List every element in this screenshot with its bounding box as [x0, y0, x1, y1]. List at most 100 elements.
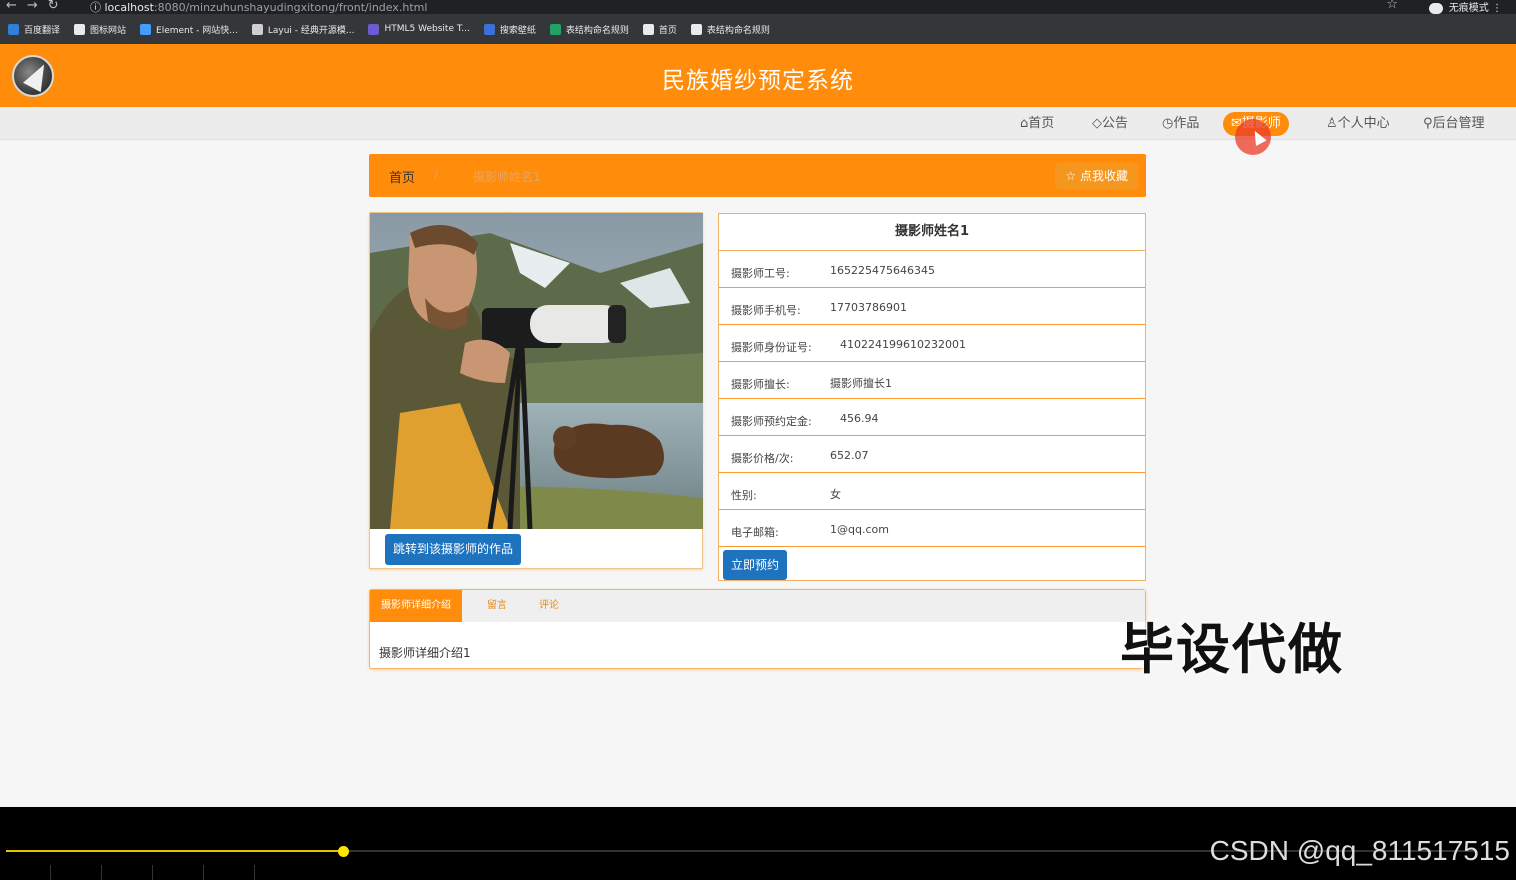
csdn-watermark: CSDN @qq_811517515 — [1209, 835, 1510, 866]
main-nav: ⌂首页◇公告◷作品✉摄影师♙个人中心⚲后台管理 — [0, 107, 1516, 140]
info-value: 摄影师擅长1 — [830, 377, 892, 390]
seek-handle[interactable] — [337, 846, 349, 857]
info-label: 摄影师工号: — [731, 267, 790, 280]
nav-item-label: 作品 — [1173, 116, 1200, 131]
breadcrumb: 首页 / 摄影师姓名1 ☆ 点我收藏 — [369, 154, 1146, 197]
browser-address-bar: ←→↻ ⓘ localhost:8080/minzuhunshayudingxi… — [0, 0, 1516, 14]
nav-item[interactable]: ♙个人中心 — [1318, 112, 1398, 136]
site-header: 民族婚纱预定系统 — [0, 44, 1516, 107]
player-control[interactable] — [153, 865, 204, 880]
info-label: 电子邮箱: — [731, 526, 779, 539]
nav-item[interactable]: ◇公告 — [1084, 112, 1136, 136]
favorite-button[interactable]: ☆ 点我收藏 — [1055, 163, 1138, 189]
info-label: 摄影师预约定金: — [731, 415, 812, 428]
clock-icon: ◷ — [1162, 116, 1174, 131]
info-row: 电子邮箱: 1@qq.com — [719, 510, 1145, 547]
bookmark-item[interactable]: 首页 — [642, 23, 677, 36]
bookmark-label: 百度翻译 — [24, 25, 61, 36]
jump-to-works-button[interactable]: 跳转到该摄影师的作品 — [385, 534, 522, 565]
nav-item-label: 个人中心 — [1337, 116, 1390, 131]
seek-progress — [6, 850, 343, 852]
info-row: 摄影师预约定金: 456.94 — [719, 399, 1145, 436]
info-label: 摄影价格/次: — [731, 452, 794, 465]
incognito-icon — [1428, 2, 1443, 14]
bookmark-label: Layui - 经典开源模... — [267, 25, 355, 36]
detail-tabs: 摄影师详细介绍 留言 评论 摄影师详细介绍1 — [369, 589, 1146, 669]
info-label: 摄影师擅长: — [731, 378, 790, 391]
bookmark-icon — [368, 23, 380, 35]
star-icon: ☆ — [1065, 169, 1077, 183]
bookmark-icon — [642, 23, 654, 35]
photographer-photo-card: 跳转到该摄影师的作品 — [369, 212, 703, 569]
nav-item[interactable]: ⌂首页 — [1012, 112, 1062, 136]
player-control[interactable] — [204, 865, 255, 880]
bookmark-item[interactable]: Layui - 经典开源模... — [251, 23, 355, 36]
info-label: 摄影师身份证号: — [731, 341, 812, 354]
tab-item[interactable]: 评论 — [528, 590, 570, 622]
bookmark-item[interactable]: 搜索壁纸 — [483, 23, 536, 36]
bookmark-label: 首页 — [658, 25, 677, 36]
info-value: 17703786901 — [830, 301, 907, 314]
bookmark-icon — [549, 23, 561, 35]
info-value: 652.07 — [830, 449, 869, 462]
nav-item[interactable]: ⚲后台管理 — [1415, 112, 1493, 136]
info-value: 165225475646345 — [830, 264, 935, 277]
bookmarks-bar: 百度翻译 图标网站 Element - 网站快... Layui - 经典开源模...… — [0, 14, 1516, 44]
site-title: 民族婚纱预定系统 — [662, 68, 854, 94]
nav-item-label: 公告 — [1102, 116, 1129, 131]
player-control[interactable] — [51, 865, 102, 880]
info-label: 摄影师手机号: — [731, 304, 801, 317]
bookmark-star-icon[interactable]: ☆ — [1386, 0, 1398, 12]
info-row: 摄影师身份证号: 410224199610232001 — [719, 325, 1145, 362]
bookmark-label: HTML5 Website T... — [384, 24, 470, 34]
tab-item[interactable]: 留言 — [476, 590, 518, 622]
book-now-button[interactable]: 立即预约 — [723, 550, 788, 580]
bookmark-icon — [251, 23, 263, 35]
bookmark-item[interactable]: 表结构命名规则 — [549, 23, 629, 36]
watermark-text: 毕设代做 — [1120, 618, 1344, 681]
info-value: 女 — [830, 488, 841, 501]
bookmark-icon — [8, 23, 19, 35]
tab-item[interactable]: 摄影师详细介绍 — [370, 590, 462, 622]
nav-item-label: 后台管理 — [1432, 116, 1485, 131]
player-control[interactable] — [102, 865, 153, 880]
bookmark-icon — [690, 23, 702, 35]
tag-icon: ◇ — [1092, 116, 1102, 131]
bookmark-icon — [483, 23, 495, 35]
bookmark-item[interactable]: 图标网站 — [74, 23, 126, 36]
info-row: 性别: 女 — [719, 473, 1145, 510]
nav-item[interactable]: ◷作品 — [1154, 112, 1207, 136]
info-value: 456.94 — [840, 412, 879, 425]
bookmark-label: 图标网站 — [90, 25, 127, 36]
info-row: 摄影师擅长: 摄影师擅长1 — [719, 362, 1145, 399]
breadcrumb-separator: / — [434, 167, 439, 181]
bookmark-label: 表结构命名规则 — [706, 25, 770, 36]
info-row: 摄影师手机号: 17703786901 — [719, 288, 1145, 325]
url-field[interactable]: ⓘ localhost:8080/minzuhunshayudingxitong… — [90, 0, 427, 15]
bookmark-label: 搜索壁纸 — [499, 25, 536, 36]
user-icon: ♙ — [1326, 116, 1338, 131]
tab-bar: 摄影师详细介绍 留言 评论 — [370, 590, 1145, 622]
info-label: 性别: — [731, 489, 757, 502]
info-row: 摄影价格/次: 652.07 — [719, 436, 1145, 473]
bookmark-item[interactable]: Element - 网站快... — [140, 23, 238, 36]
bookmark-icon — [74, 23, 86, 35]
info-value: 1@qq.com — [830, 523, 889, 536]
photographer-name: 摄影师姓名1 — [719, 214, 1145, 251]
incognito-indicator: 无痕模式 ⋮ — [1428, 0, 1502, 14]
player-control[interactable] — [0, 865, 51, 880]
web-page: 民族婚纱预定系统 ⌂首页◇公告◷作品✉摄影师♙个人中心⚲后台管理 首页 / 摄影… — [0, 44, 1516, 807]
photographer-photo — [370, 213, 703, 529]
breadcrumb-home[interactable]: 首页 — [389, 167, 415, 186]
link-icon: ⚲ — [1423, 116, 1433, 131]
tab-content: 摄影师详细介绍1 — [379, 646, 471, 660]
bookmark-item[interactable]: 百度翻译 — [8, 23, 60, 36]
nav-item-label: 首页 — [1028, 116, 1055, 131]
info-row: 摄影师工号: 165225475646345 — [719, 251, 1145, 288]
bookmark-item[interactable]: HTML5 Website T... — [368, 23, 470, 35]
browser-nav-icons[interactable]: ←→↻ — [6, 0, 69, 13]
bookmark-label: 表结构命名规则 — [565, 25, 629, 36]
bookmark-item[interactable]: 表结构命名规则 — [690, 23, 770, 36]
favorite-button-label: 点我收藏 — [1079, 169, 1128, 183]
bookmark-label: Element - 网站快... — [156, 25, 238, 36]
